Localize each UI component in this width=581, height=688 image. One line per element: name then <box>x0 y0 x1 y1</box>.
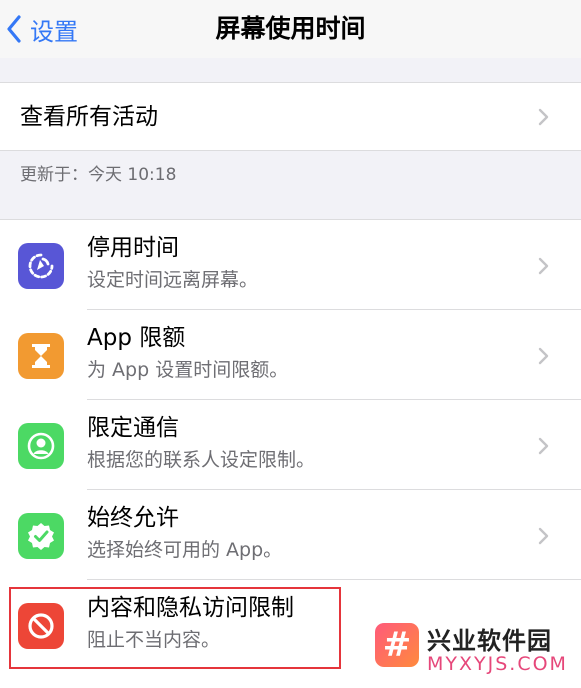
screen-time-page: 设置 屏幕使用时间 查看所有活动 更新于：今天 10:18 停用时间 设定时间远… <box>0 0 581 688</box>
checkmark-badge-icon <box>18 513 64 559</box>
item-title: 内容和隐私访问限制 <box>87 595 294 621</box>
prohibited-icon <box>18 603 64 649</box>
list-item-always-allowed[interactable]: 始终允许 选择始终可用的 App。 <box>0 490 581 580</box>
page-title: 屏幕使用时间 <box>215 14 366 43</box>
downtime-icon <box>18 243 64 289</box>
navigation-bar: 设置 屏幕使用时间 <box>0 0 581 58</box>
chevron-right-icon <box>538 437 549 455</box>
view-all-activity-label: 查看所有活动 <box>20 104 158 130</box>
chevron-right-icon <box>538 257 549 275</box>
chevron-right-icon <box>538 527 549 545</box>
item-subtitle: 选择始终可用的 App。 <box>87 539 283 561</box>
item-title: App 限额 <box>87 325 186 351</box>
item-subtitle: 根据您的联系人设定限制。 <box>87 449 316 471</box>
list-item-downtime[interactable]: 停用时间 设定时间远离屏幕。 <box>0 220 581 310</box>
list-item-communication-limits[interactable]: 限定通信 根据您的联系人设定限制。 <box>0 400 581 490</box>
item-title: 停用时间 <box>87 235 179 261</box>
item-title: 限定通信 <box>87 415 179 441</box>
last-updated-text: 更新于：今天 10:18 <box>20 165 177 185</box>
activity-group: 查看所有活动 <box>0 82 581 151</box>
item-subtitle: 为 App 设置时间限额。 <box>87 359 289 381</box>
item-subtitle: 阻止不当内容。 <box>87 629 221 651</box>
chevron-right-icon <box>538 108 549 126</box>
watermark-name: 兴业软件园 <box>427 627 552 655</box>
watermark: # 兴业软件园 MYXYJS.COM <box>367 613 581 688</box>
list-item-app-limits[interactable]: App 限额 为 App 设置时间限额。 <box>0 310 581 400</box>
item-title: 始终允许 <box>87 505 179 531</box>
watermark-site: MYXYJS.COM <box>427 653 568 675</box>
hourglass-icon <box>18 333 64 379</box>
chevron-right-icon <box>538 347 549 365</box>
watermark-logo: # <box>375 623 419 667</box>
view-all-activity-row[interactable]: 查看所有活动 <box>0 83 581 150</box>
item-subtitle: 设定时间远离屏幕。 <box>87 269 259 291</box>
contact-icon <box>18 423 64 469</box>
